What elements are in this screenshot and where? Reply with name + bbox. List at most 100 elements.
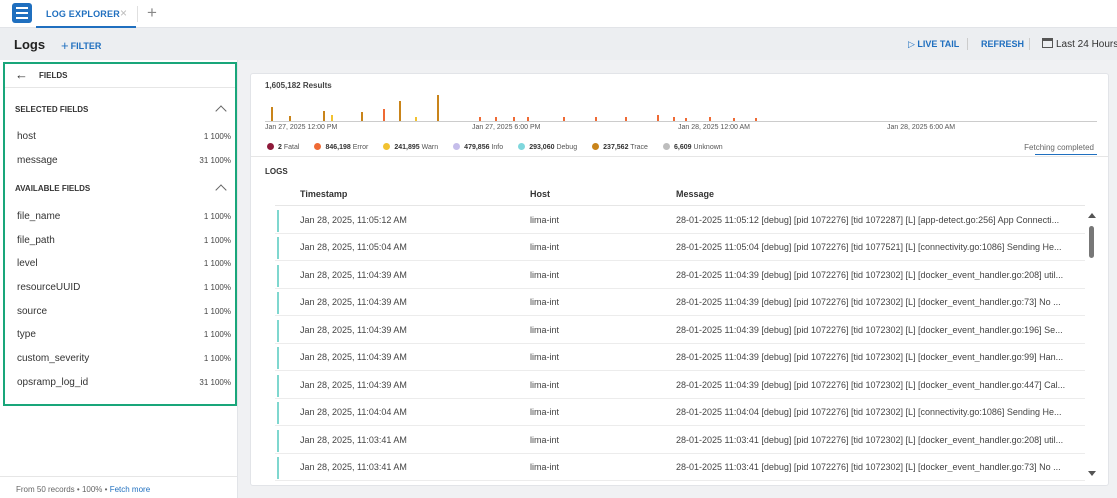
histogram-bar — [437, 95, 439, 121]
histogram-bar — [625, 117, 627, 121]
back-arrow-icon[interactable]: ← — [15, 67, 28, 82]
logs-scrollbar[interactable] — [1085, 207, 1099, 482]
field-count: 1 100% — [203, 354, 231, 363]
table-row[interactable]: Jan 28, 2025, 11:03:41 AM lima-int 28-01… — [275, 454, 1085, 481]
field-item-host[interactable]: host 1 100% — [5, 126, 235, 148]
field-count: 31 100% — [199, 378, 231, 387]
cell-message: 28-01-2025 11:05:04 [debug] [pid 1072276… — [676, 242, 1062, 252]
field-item-type[interactable]: type 1 100% — [5, 324, 235, 346]
time-tick-label: Jan 28, 2025 6:00 AM — [887, 124, 956, 131]
legend-item-unknown[interactable]: 6,609 Unknown — [663, 143, 723, 151]
tab-label: LOG EXPLORER — [46, 9, 120, 19]
legend-item-fatal[interactable]: 2 Fatal — [267, 143, 299, 151]
legend-item-error[interactable]: 846,198 Error — [314, 143, 368, 151]
cell-host: lima-int — [530, 435, 560, 445]
histogram-bar — [657, 115, 659, 121]
histogram-bar — [733, 118, 735, 121]
field-item-source[interactable]: source 1 100% — [5, 301, 235, 323]
log-histogram[interactable] — [265, 95, 1097, 122]
logs-title: LOGS — [265, 167, 288, 176]
hamburger-menu-icon[interactable] — [12, 3, 32, 23]
severity-indicator — [277, 347, 279, 369]
legend-item-debug[interactable]: 293,060 Debug — [518, 143, 577, 151]
cell-timestamp: Jan 28, 2025, 11:04:39 AM — [300, 297, 407, 307]
legend-count: 241,895 — [394, 144, 420, 151]
field-item-resource-uuid[interactable]: resourceUUID 1 100% — [5, 277, 235, 299]
field-name: source — [17, 306, 48, 317]
histogram-bar — [673, 117, 675, 121]
table-row[interactable]: Jan 28, 2025, 11:04:39 AM lima-int 28-01… — [275, 289, 1085, 316]
add-filter-button[interactable]: + FILTER — [61, 38, 101, 53]
legend-item-warn[interactable]: 241,895 Warn — [383, 143, 438, 151]
plus-icon: + — [61, 38, 69, 53]
column-header-message[interactable]: Message — [676, 189, 714, 199]
field-item-file-name[interactable]: file_name 1 100% — [5, 206, 235, 228]
severity-indicator — [277, 430, 279, 452]
time-tick-label: Jan 27, 2025 6:00 PM — [472, 124, 541, 131]
table-row[interactable]: Jan 28, 2025, 11:04:39 AM lima-int 28-01… — [275, 262, 1085, 289]
play-icon: ▷ — [908, 39, 918, 49]
histogram-bar — [685, 118, 687, 121]
available-fields-title: AVAILABLE FIELDS — [15, 184, 91, 193]
cell-message: 28-01-2025 11:05:12 [debug] [pid 1072276… — [676, 215, 1060, 225]
severity-indicator — [277, 320, 279, 342]
legend-item-trace[interactable]: 237,562 Trace — [592, 143, 648, 151]
cell-message: 28-01-2025 11:04:39 [debug] [pid 1072276… — [676, 297, 1061, 307]
legend-label: Debug — [556, 144, 578, 151]
legend-label: Fatal — [283, 144, 300, 151]
legend-item-info[interactable]: 479,856 Info — [453, 143, 503, 151]
scroll-thumb[interactable] — [1089, 226, 1094, 258]
table-row[interactable]: Jan 28, 2025, 11:03:41 AM lima-int 28-01… — [275, 427, 1085, 454]
time-range-label: Last 24 Hours — [1056, 39, 1117, 50]
field-item-file-path[interactable]: file_path 1 100% — [5, 230, 235, 252]
cell-message: 28-01-2025 11:04:04 [debug] [pid 1072276… — [676, 407, 1062, 417]
add-tab-icon[interactable]: + — [147, 3, 157, 23]
field-count: 1 100% — [203, 259, 231, 268]
histogram-bar — [527, 117, 529, 121]
table-row[interactable]: Jan 28, 2025, 11:04:39 AM lima-int 28-01… — [275, 317, 1085, 344]
fetch-status: Fetching completed — [1024, 143, 1094, 152]
results-card: 1,605,182 Results Jan 27, 2025 12:00 PM … — [250, 73, 1109, 486]
histogram-bar — [383, 109, 385, 121]
cell-timestamp: Jan 28, 2025, 11:04:04 AM — [300, 407, 407, 417]
table-row[interactable]: Jan 28, 2025, 11:04:04 AM lima-int 28-01… — [275, 399, 1085, 426]
scroll-up-icon[interactable] — [1088, 213, 1096, 218]
live-tail-button[interactable]: ▷ LIVE TAIL — [908, 39, 959, 50]
chevron-up-icon[interactable] — [215, 105, 227, 117]
tab-divider — [137, 6, 138, 22]
header-divider — [967, 38, 968, 50]
histogram-bar — [415, 117, 417, 121]
legend-label: Error — [352, 144, 369, 151]
chevron-up-icon[interactable] — [215, 184, 227, 196]
fetch-more-link[interactable]: Fetch more — [110, 485, 150, 494]
fetch-progress-line — [1035, 154, 1097, 155]
column-header-timestamp[interactable]: Timestamp — [300, 189, 347, 199]
table-row[interactable]: Jan 28, 2025, 11:05:12 AM lima-int 28-01… — [275, 207, 1085, 234]
column-header-host[interactable]: Host — [530, 189, 550, 199]
cell-message: 28-01-2025 11:04:39 [debug] [pid 1072276… — [676, 380, 1066, 390]
field-item-custom-severity[interactable]: custom_severity 1 100% — [5, 348, 235, 370]
field-item-message[interactable]: message 31 100% — [5, 150, 235, 172]
legend-count: 237,562 — [603, 144, 629, 151]
histogram-bar — [271, 107, 273, 121]
table-row[interactable]: Jan 28, 2025, 11:05:04 AM lima-int 28-01… — [275, 234, 1085, 261]
cell-host: lima-int — [530, 242, 560, 252]
time-range-selector[interactable]: Last 24 Hours — [1042, 38, 1117, 50]
histogram-bar — [323, 111, 325, 121]
severity-indicator — [277, 457, 279, 479]
page-title: Logs — [14, 37, 46, 52]
table-row[interactable]: Jan 28, 2025, 11:04:39 AM lima-int 28-01… — [275, 344, 1085, 371]
table-row[interactable]: Jan 28, 2025, 11:04:39 AM lima-int 28-01… — [275, 372, 1085, 399]
calendar-icon — [1042, 38, 1053, 48]
histogram-bar — [755, 118, 757, 121]
field-item-opsramp-log-id[interactable]: opsramp_log_id 31 100% — [5, 372, 235, 394]
close-icon[interactable]: × — [120, 6, 127, 20]
histogram-bar — [399, 101, 401, 121]
scroll-down-icon[interactable] — [1088, 471, 1096, 476]
severity-indicator — [277, 402, 279, 424]
tab-log-explorer[interactable]: LOG EXPLORER × — [36, 0, 136, 28]
fields-header: ← FIELDS — [5, 64, 235, 88]
field-count: 1 100% — [203, 283, 231, 292]
refresh-button[interactable]: REFRESH — [981, 39, 1024, 49]
field-item-level[interactable]: level 1 100% — [5, 253, 235, 275]
